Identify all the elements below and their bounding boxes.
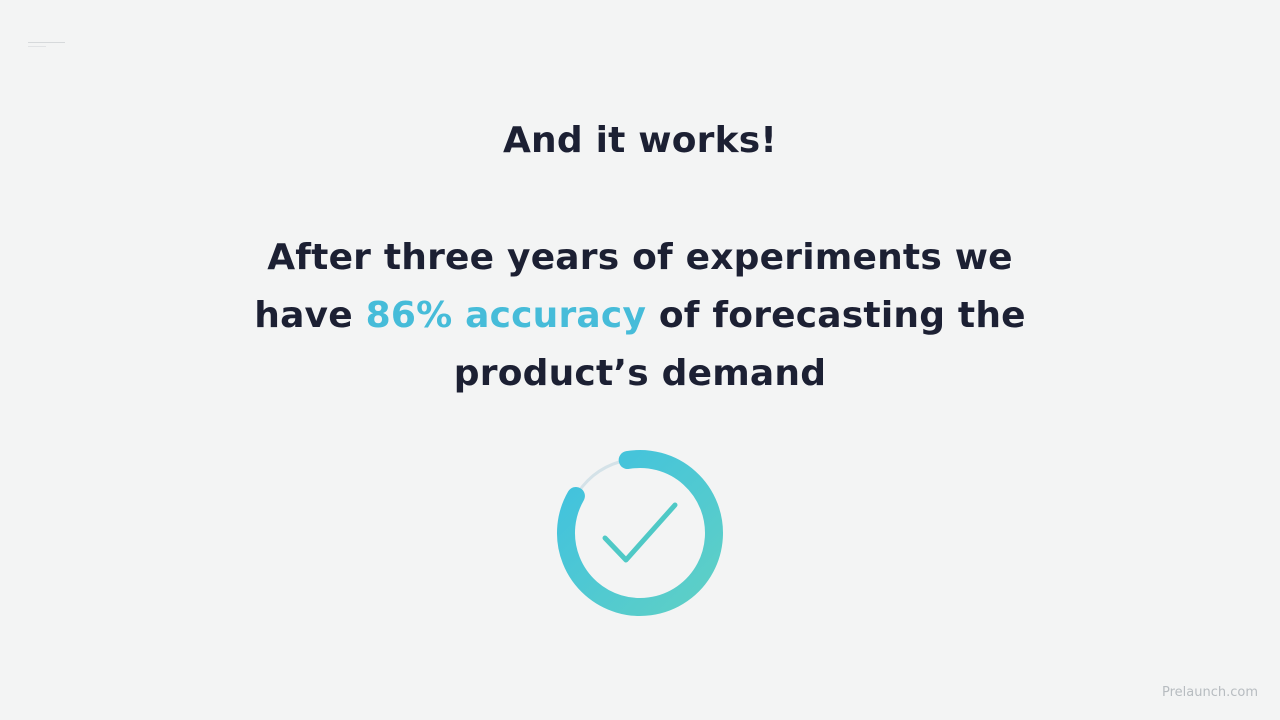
accuracy-progress-ring [548,441,732,625]
corner-mark-line [28,46,46,47]
body-line-2-end: of forecasting the [646,295,1026,336]
body-line-2-start: have [254,295,366,336]
slide-corner-mark [28,42,66,48]
body-line-1: After three years of experiments we [267,237,1013,278]
slide-body-text: After three years of experiments we have… [220,229,1060,403]
progress-ring-graphic [557,450,723,616]
body-line-3: product’s demand [453,353,827,394]
accuracy-highlight: 86% accuracy [365,295,647,336]
checkmark-icon [602,502,678,563]
slide-heading: And it works! [502,120,777,161]
footer-brand: Prelaunch.com [1161,685,1258,700]
corner-mark-line [28,42,65,43]
